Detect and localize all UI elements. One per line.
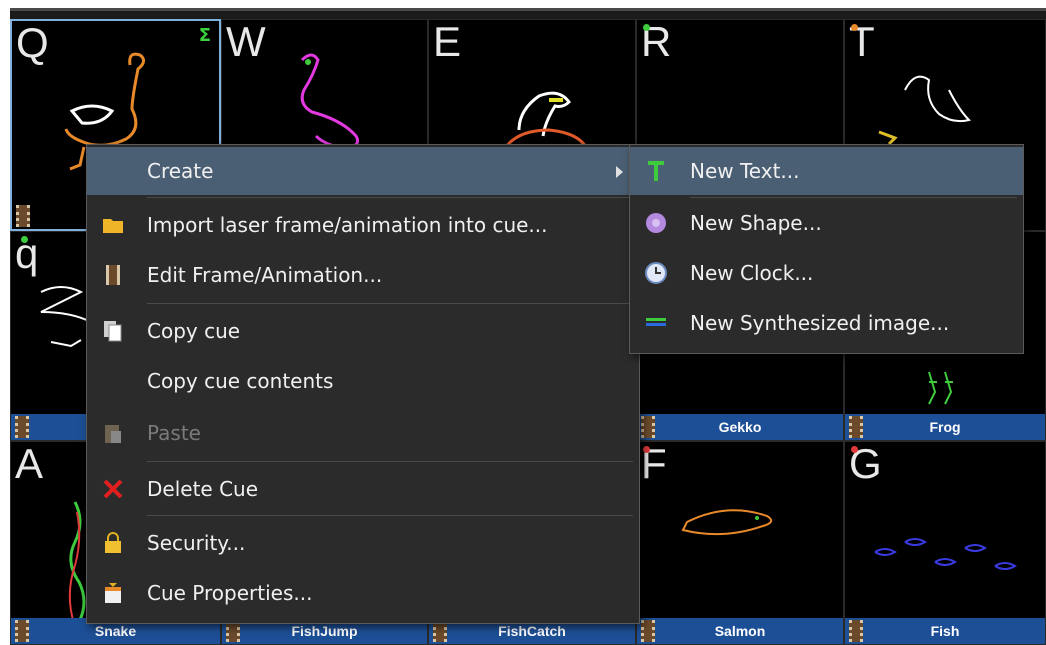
salmon-laser-art xyxy=(681,509,773,536)
menu-item-copy-cue-contents[interactable]: Copy cue contents xyxy=(87,357,639,405)
submenu-item-label: New Text... xyxy=(690,159,800,183)
delete-icon xyxy=(103,479,123,499)
cue-label: FishJump xyxy=(291,623,358,639)
film-icon xyxy=(849,620,863,642)
menu-separator xyxy=(690,197,1017,198)
paste-icon xyxy=(105,425,121,443)
cue-cell-fish[interactable]: G Fish xyxy=(844,441,1046,645)
menu-separator xyxy=(147,197,633,198)
film-icon xyxy=(16,205,30,227)
cue-label: Frog xyxy=(929,419,961,435)
submenu-arrow-icon xyxy=(616,166,623,178)
lock-icon xyxy=(105,532,121,553)
submenu-item-new-synthesized-image[interactable]: New Synthesized image... xyxy=(630,299,1023,347)
film-icon xyxy=(15,416,29,438)
cue-label-bar: Frog xyxy=(845,414,1045,440)
synth-icon xyxy=(646,318,666,326)
submenu-item-label: New Shape... xyxy=(690,211,822,235)
menu-item-label: Delete Cue xyxy=(147,477,259,501)
menu-item-label: Cue Properties... xyxy=(147,581,313,605)
menu-item-copy-cue[interactable]: Copy cue xyxy=(87,307,639,355)
menu-item-cue-properties[interactable]: Cue Properties... xyxy=(87,569,639,617)
cue-label: Fish xyxy=(930,623,960,639)
submenu-item-new-text[interactable]: New Text... xyxy=(630,147,1023,195)
menu-item-label: Copy cue contents xyxy=(147,369,334,393)
text-icon xyxy=(648,161,664,181)
menu-item-label: Import laser frame/animation into cue... xyxy=(147,213,548,237)
menu-item-import[interactable]: Import laser frame/animation into cue... xyxy=(87,201,639,249)
cue-label: Snake xyxy=(94,623,137,639)
cue-label-bar: Fish xyxy=(845,618,1045,644)
submenu-item-label: New Clock... xyxy=(690,261,814,285)
menu-item-edit-frame[interactable]: Edit Frame/Animation... xyxy=(87,251,639,299)
folder-icon xyxy=(103,219,123,233)
film-icon xyxy=(106,265,120,285)
create-submenu: New Text... New Shape... New Clock... Ne… xyxy=(629,144,1024,354)
clock-icon xyxy=(645,262,667,284)
cue-context-menu: Create Import laser frame/animation into… xyxy=(86,144,640,624)
film-icon xyxy=(641,620,655,642)
menu-separator xyxy=(147,461,633,462)
fish-school-laser-art xyxy=(874,538,1017,570)
menu-separator xyxy=(147,303,633,304)
status-dot xyxy=(643,24,650,31)
submenu-item-new-clock[interactable]: New Clock... xyxy=(630,249,1023,297)
cue-cell-salmon[interactable]: F Salmon xyxy=(636,441,844,645)
cue-label: Gekko xyxy=(718,419,762,435)
submenu-item-label: New Synthesized image... xyxy=(690,311,950,335)
cue-label-bar: Salmon xyxy=(637,618,843,644)
film-icon xyxy=(641,416,655,438)
menu-item-label: Paste xyxy=(147,421,201,445)
menu-item-label: Copy cue xyxy=(147,319,241,343)
menu-separator xyxy=(147,515,633,516)
menu-item-paste[interactable]: Paste xyxy=(87,409,639,457)
menu-item-label: Security... xyxy=(147,531,246,555)
shape-icon xyxy=(646,213,666,233)
cue-label: FishCatch xyxy=(498,623,566,639)
menu-item-delete-cue[interactable]: Delete Cue xyxy=(87,465,639,513)
menu-item-label: Edit Frame/Animation... xyxy=(147,263,383,287)
copy-icon xyxy=(104,321,122,342)
film-icon xyxy=(849,416,863,438)
cue-label: Salmon xyxy=(714,623,766,639)
menu-item-create[interactable]: Create xyxy=(87,147,639,195)
properties-icon xyxy=(105,583,121,603)
menu-item-label: Create xyxy=(147,159,214,183)
menu-item-security[interactable]: Security... xyxy=(87,519,639,567)
cue-label-bar: Gekko xyxy=(637,414,843,440)
submenu-item-new-shape[interactable]: New Shape... xyxy=(630,199,1023,247)
film-icon xyxy=(15,620,29,642)
